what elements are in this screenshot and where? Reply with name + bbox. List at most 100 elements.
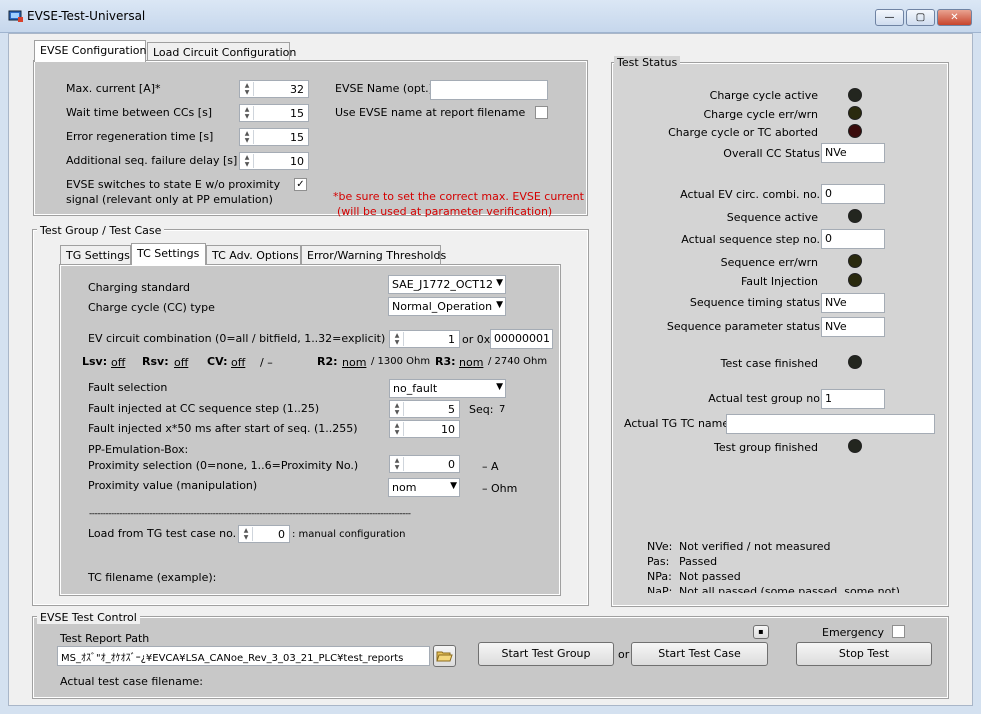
charging-standard-select[interactable]: SAE_J1772_OCT12 ▼ bbox=[388, 275, 506, 294]
start-test-case-button[interactable]: Start Test Case bbox=[631, 642, 768, 666]
actual-ev-label: Actual EV circ. combi. no. bbox=[680, 188, 820, 201]
or-label: or bbox=[618, 648, 630, 661]
spin-arrows-icon[interactable]: ▲ ▼ bbox=[241, 82, 254, 96]
tab-error-warning-thresholds[interactable]: Error/Warning Thresholds bbox=[301, 245, 446, 265]
chevron-down-icon: ▼ bbox=[450, 481, 457, 491]
actual-filename-label: Actual test case filename: bbox=[60, 675, 204, 688]
prox-sel-label: Proximity selection (0=none, 1..6=Proxim… bbox=[88, 459, 359, 472]
seq-timing-label: Sequence timing status bbox=[689, 296, 820, 309]
tab-evse-configuration[interactable]: EVSE Configuration bbox=[34, 40, 147, 62]
close-button[interactable]: ✕ bbox=[937, 9, 972, 26]
charging-standard-label: Charging standard bbox=[88, 281, 191, 294]
max-current-spinner[interactable]: ▲ ▼ 32 bbox=[239, 80, 309, 98]
switches-label-2: signal (relevant only at PP emulation) bbox=[66, 193, 273, 206]
legend-value: Not all passed (some passed, some not) bbox=[679, 585, 900, 593]
add-seq-failure-spinner[interactable]: ▲ ▼ 10 bbox=[239, 152, 309, 170]
browse-folder-button[interactable] bbox=[433, 645, 456, 667]
seq-label: Seq: bbox=[469, 403, 494, 416]
tab-tg-settings[interactable]: TG Settings bbox=[60, 245, 131, 265]
error-regen-spinner[interactable]: ▲ ▼ 15 bbox=[239, 128, 309, 146]
tab-tc-adv-options[interactable]: TC Adv. Options bbox=[206, 245, 301, 265]
spin-arrows-icon[interactable]: ▲ ▼ bbox=[391, 402, 404, 416]
legend-value: Not verified / not measured bbox=[679, 540, 831, 553]
emergency-checkbox[interactable] bbox=[892, 625, 905, 638]
use-name-label: Use EVSE name at report filename bbox=[335, 106, 526, 119]
r3-value[interactable]: nom bbox=[459, 356, 483, 369]
fault-time-spinner[interactable]: ▲ ▼ 10 bbox=[389, 420, 460, 438]
charge-cycle-err-label: Charge cycle err/wrn bbox=[703, 108, 818, 121]
add-seq-failure-label: Additional seq. failure delay [s] bbox=[66, 154, 238, 167]
load-tg-spinner[interactable]: ▲ ▼ 0 bbox=[238, 525, 290, 543]
cc-type-select[interactable]: Normal_Operation ▼ bbox=[388, 297, 506, 316]
tg-finished-label: Test group finished bbox=[713, 441, 818, 454]
tc-filename-label: TC filename (example): bbox=[88, 571, 217, 584]
seq-err-label: Sequence err/wrn bbox=[720, 256, 818, 269]
switches-label-1: EVSE switches to state E w/o proximity bbox=[66, 178, 281, 191]
fault-time-label: Fault injected x*50 ms after start of se… bbox=[88, 422, 358, 435]
spin-arrows-icon[interactable]: ▲ ▼ bbox=[391, 332, 404, 346]
seq-active-label: Sequence active bbox=[726, 211, 818, 224]
fault-step-spinner[interactable]: ▲ ▼ 5 bbox=[389, 400, 460, 418]
spin-arrows-icon[interactable]: ▲ ▼ bbox=[391, 422, 404, 436]
evse-name-input[interactable] bbox=[430, 80, 548, 100]
app-icon bbox=[8, 10, 23, 22]
switches-checkbox[interactable]: ✓ bbox=[294, 178, 307, 191]
r2-value[interactable]: nom bbox=[342, 356, 366, 369]
prox-val-select[interactable]: nom ▼ bbox=[388, 478, 460, 497]
max-current-warning-1: *be sure to set the correct max. EVSE cu… bbox=[333, 190, 584, 203]
spin-arrows-icon[interactable]: ▲ ▼ bbox=[241, 106, 254, 120]
charge-cycle-aborted-label: Charge cycle or TC aborted bbox=[668, 126, 818, 139]
start-test-group-button[interactable]: Start Test Group bbox=[478, 642, 614, 666]
title-bar: EVSE-Test-Universal — ▢ ✕ bbox=[0, 0, 981, 33]
fault-selection-select[interactable]: no_fault ▼ bbox=[389, 379, 506, 398]
legend-key: NVe: bbox=[647, 540, 673, 553]
window-title: EVSE-Test-Universal bbox=[27, 9, 146, 23]
spin-arrows-icon[interactable]: ▲ ▼ bbox=[391, 457, 404, 471]
use-name-checkbox[interactable] bbox=[535, 106, 548, 119]
seq-param-field: NVe bbox=[821, 317, 885, 337]
actual-tg-label: Actual test group no bbox=[708, 392, 820, 405]
overall-cc-field: NVe bbox=[821, 143, 885, 163]
actual-tg-tc-label: Actual TG TC name bbox=[624, 417, 730, 430]
chevron-down-icon: ▼ bbox=[496, 278, 503, 288]
lsv-label: Lsv: bbox=[82, 355, 108, 368]
folder-open-icon bbox=[436, 651, 453, 662]
prox-sel-spinner[interactable]: ▲ ▼ 0 bbox=[389, 455, 460, 473]
max-current-warning-2: (will be used at parameter verification) bbox=[337, 205, 553, 218]
fault-selection-label: Fault selection bbox=[88, 381, 168, 394]
report-path-input[interactable]: MS_ｵｽﾞ"ｵ_ｵｹｵｽﾞｰ¿¥EVCA¥LSA_CANoe_Rev_3_03… bbox=[57, 646, 430, 666]
pp-box-label: PP-Emulation-Box: bbox=[88, 443, 189, 456]
report-path-label: Test Report Path bbox=[60, 632, 150, 645]
lsv-value[interactable]: off bbox=[111, 356, 125, 369]
fault-injection-label: Fault Injection bbox=[740, 275, 818, 288]
stop-test-button[interactable]: Stop Test bbox=[796, 642, 932, 666]
tc-finished-led bbox=[848, 355, 862, 369]
minimize-button[interactable]: — bbox=[875, 9, 904, 26]
ev-circuit-spinner[interactable]: ▲ ▼ 1 bbox=[389, 330, 460, 348]
legend-key: Pas: bbox=[647, 555, 670, 568]
spin-arrows-icon[interactable]: ▲ ▼ bbox=[241, 130, 254, 144]
tab-tc-settings[interactable]: TC Settings bbox=[131, 243, 206, 265]
mini-button[interactable]: ▪ bbox=[753, 625, 769, 639]
separator-line: ----------------------------------------… bbox=[89, 509, 411, 519]
error-regen-label: Error regeneration time [s] bbox=[66, 130, 214, 143]
load-tg-label: Load from TG test case no. bbox=[88, 527, 237, 540]
maximize-button[interactable]: ▢ bbox=[906, 9, 935, 26]
chevron-down-icon: ▼ bbox=[496, 300, 503, 310]
charge-cycle-active-label: Charge cycle active bbox=[709, 89, 818, 102]
spin-arrows-icon[interactable]: ▲ ▼ bbox=[241, 154, 254, 168]
fault-injection-led bbox=[848, 273, 862, 287]
legend-key: NPa: bbox=[647, 570, 672, 583]
overall-cc-label: Overall CC Status bbox=[723, 147, 820, 160]
seq-active-led bbox=[848, 209, 862, 223]
tab-load-circuit-configuration[interactable]: Load Circuit Configuration bbox=[147, 42, 296, 62]
r3-label: R3: bbox=[435, 355, 456, 368]
spin-arrows-icon[interactable]: ▲ ▼ bbox=[240, 527, 253, 541]
legend-value: Passed bbox=[679, 555, 718, 568]
cv-value[interactable]: off bbox=[231, 356, 245, 369]
r2-label: R2: bbox=[317, 355, 338, 368]
wait-time-spinner[interactable]: ▲ ▼ 15 bbox=[239, 104, 309, 122]
seq-err-led bbox=[848, 254, 862, 268]
ev-circuit-hex-input[interactable]: 00000001 bbox=[490, 329, 553, 349]
rsv-value[interactable]: off bbox=[174, 356, 188, 369]
